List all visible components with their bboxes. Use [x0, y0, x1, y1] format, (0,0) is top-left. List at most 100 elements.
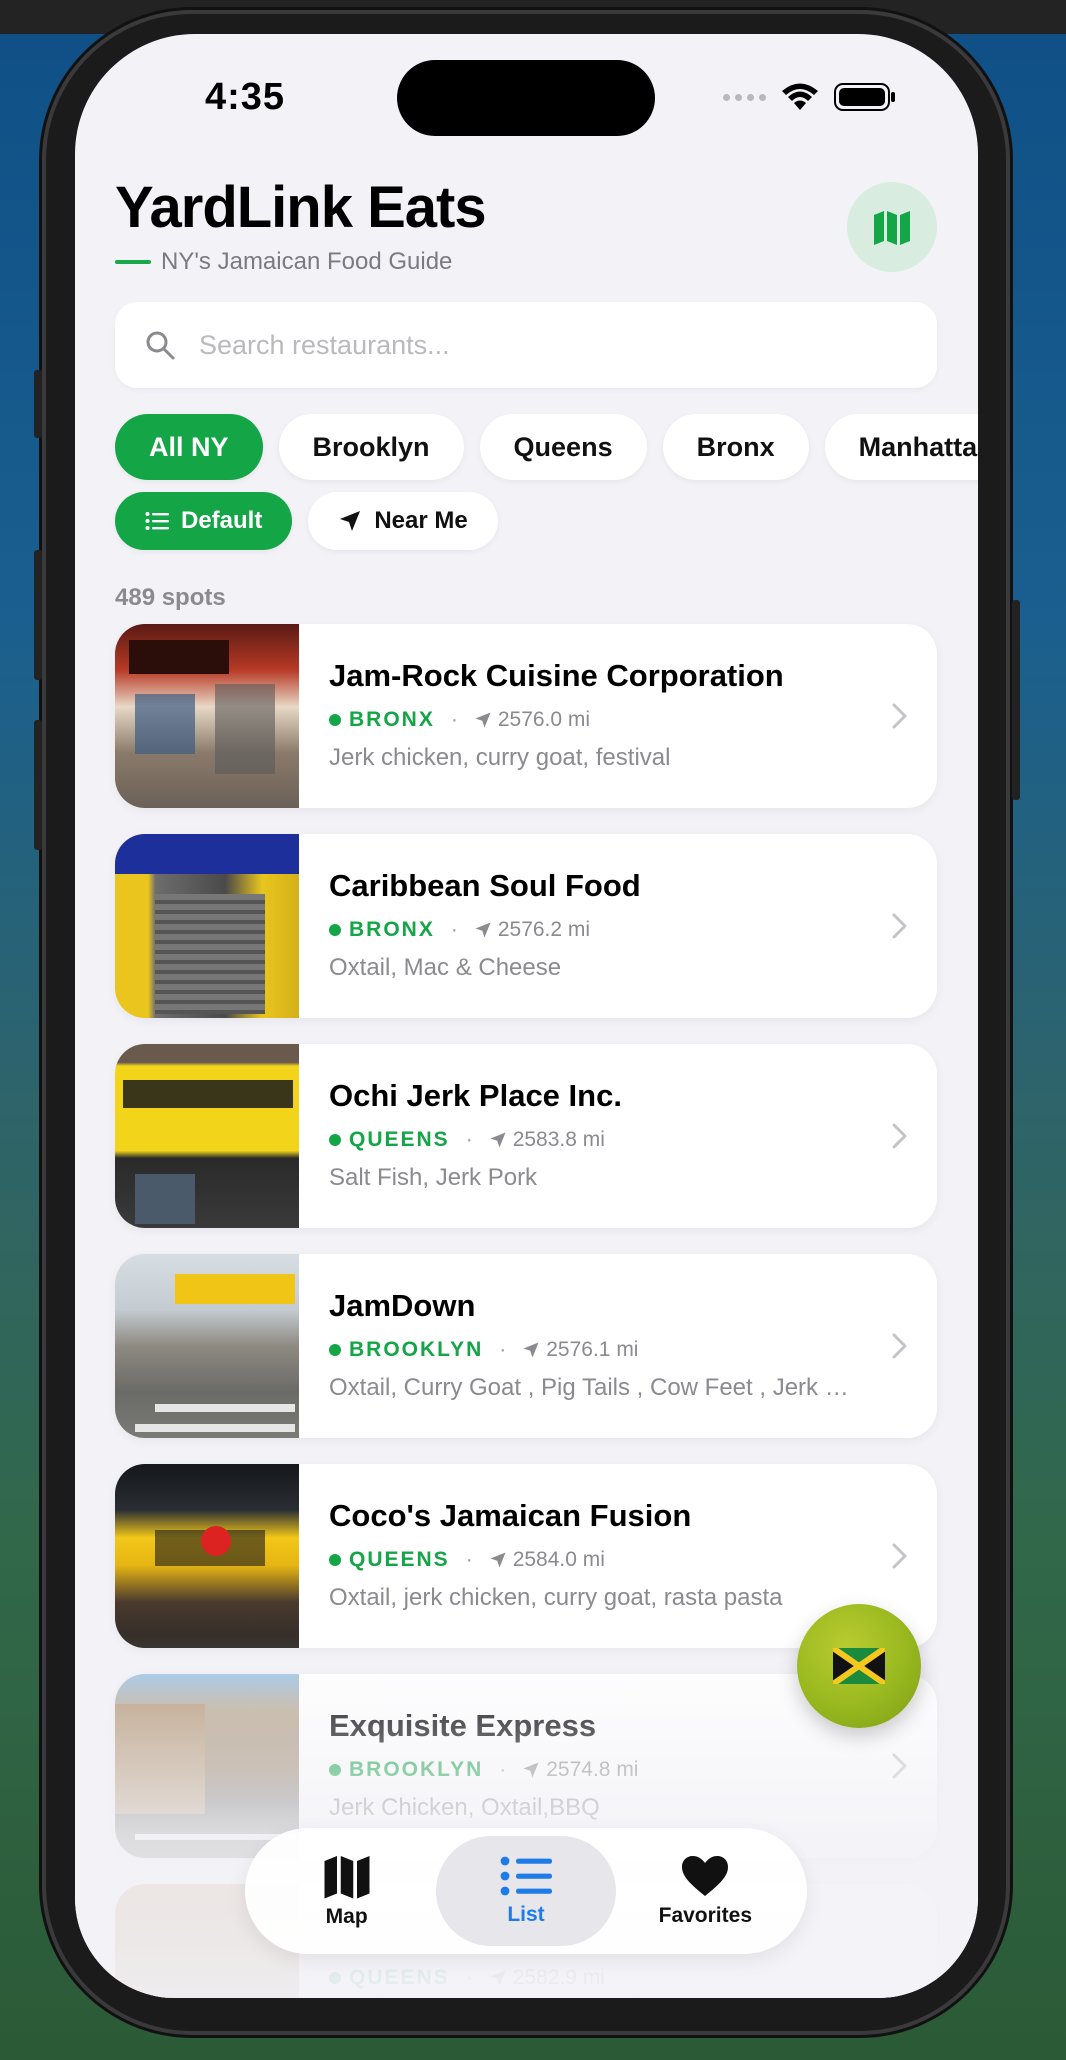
volume-down-button [34, 720, 42, 850]
chevron-right-icon [892, 1753, 907, 1779]
restaurant-card[interactable]: Caribbean Soul Food BRONX · 2576.2 mi Ox… [115, 834, 937, 1018]
location-arrow-icon [490, 1552, 506, 1568]
restaurant-card[interactable]: Ochi Jerk Place Inc. QUEENS · 2583.8 mi … [115, 1044, 937, 1228]
chip-brooklyn[interactable]: Brooklyn [278, 414, 464, 480]
restaurant-distance: 2582.9 mi [512, 1966, 605, 1989]
tab-map[interactable]: Map [257, 1836, 436, 1946]
status-icons [723, 82, 896, 112]
restaurant-photo [115, 1674, 299, 1858]
map-icon [874, 211, 910, 245]
location-arrow-icon [523, 1342, 539, 1358]
restaurant-name: Caribbean Soul Food [329, 868, 641, 903]
chip-all-ny[interactable]: All NY [115, 414, 263, 480]
card-body: JamDown BROOKLYN · 2576.1 mi Oxtail, Cur… [299, 1254, 937, 1438]
heart-icon [682, 1856, 729, 1896]
map-icon [324, 1856, 370, 1899]
borough-dot [329, 1344, 341, 1356]
restaurant-description: Oxtail, jerk chicken, curry goat, rasta … [329, 1584, 783, 1611]
card-body: Caribbean Soul Food BRONX · 2576.2 mi Ox… [299, 834, 937, 1018]
wifi-icon [782, 83, 818, 110]
restaurant-distance: 2576.2 mi [497, 918, 591, 941]
card-body: Ochi Jerk Place Inc. QUEENS · 2583.8 mi … [299, 1044, 937, 1228]
subtitle-row: NY's Jamaican Food Guide [115, 248, 452, 276]
restaurant-borough: QUEENS [349, 1128, 450, 1151]
restaurant-name: Coco's Jamaican Fusion [329, 1498, 692, 1533]
action-button [34, 370, 42, 438]
subtitle-accent-line [115, 260, 151, 264]
tab-list[interactable]: List [436, 1836, 616, 1946]
location-arrow-icon [340, 511, 361, 531]
sort-default-label: Default [181, 507, 263, 534]
restaurant-meta: BRONX · 2576.0 mi [329, 708, 937, 732]
results-count: 489 spots [115, 584, 226, 611]
volume-up-button [34, 550, 42, 680]
sort-near-me-label: Near Me [374, 507, 468, 534]
jamaica-flag-button[interactable] [797, 1604, 921, 1728]
restaurant-name: JamDown [329, 1288, 476, 1323]
chip-manhattan[interactable]: Manhattan [824, 414, 978, 480]
chevron-right-icon [892, 1333, 907, 1359]
location-arrow-icon [490, 1970, 506, 1986]
restaurant-distance: 2583.8 mi [512, 1128, 605, 1151]
restaurant-description: Oxtail, Curry Goat , Pig Tails , Cow Fee… [329, 1374, 849, 1401]
restaurant-photo [115, 1254, 299, 1438]
restaurant-meta: QUEENS · 2582.9 mi [329, 1966, 937, 1990]
borough-dot [329, 1134, 341, 1146]
search-input[interactable] [199, 329, 799, 361]
chevron-right-icon [892, 1123, 907, 1149]
restaurant-description: Oxtail, Mac & Cheese [329, 954, 562, 981]
restaurant-borough: BRONX [349, 708, 435, 731]
restaurant-meta: QUEENS · 2583.8 mi [329, 1128, 937, 1152]
meta-separator: · [450, 918, 458, 941]
borough-dot [329, 924, 341, 936]
cellular-icon [723, 93, 766, 101]
tab-list-label: List [507, 1903, 545, 1926]
restaurant-borough: QUEENS [349, 1966, 450, 1989]
map-view-button[interactable] [847, 182, 937, 272]
location-arrow-icon [490, 1132, 506, 1148]
restaurant-meta: QUEENS · 2584.0 mi [329, 1548, 937, 1572]
borough-dot [329, 1764, 341, 1776]
list-icon [500, 1856, 552, 1896]
meta-separator: · [499, 1338, 507, 1361]
restaurant-photo [115, 1044, 299, 1228]
sort-default-button[interactable]: Default [115, 492, 293, 550]
jamaica-flag-icon [833, 1648, 885, 1684]
restaurant-card[interactable]: Jam-Rock Cuisine Corporation BRONX · 257… [115, 624, 937, 808]
meta-separator: · [499, 1758, 507, 1781]
meta-separator: · [450, 708, 458, 731]
restaurant-description: Jerk Chicken, Oxtail,BBQ [329, 1794, 600, 1821]
restaurant-borough: QUEENS [349, 1548, 450, 1571]
chevron-right-icon [892, 1543, 907, 1569]
tab-map-label: Map [325, 1905, 368, 1928]
restaurant-meta: BROOKLYN · 2574.8 mi [329, 1758, 937, 1782]
list-icon [145, 512, 169, 530]
restaurant-photo [115, 1464, 299, 1648]
search-bar[interactable] [115, 302, 937, 388]
restaurant-distance: 2584.0 mi [512, 1548, 605, 1571]
app-screen: 4:35 YardLink Eats NY's Jamaican Food Gu… [75, 34, 978, 1998]
restaurant-name: Jam-Rock Cuisine Corporation [329, 658, 784, 693]
restaurant-card[interactable]: JamDown BROOKLYN · 2576.1 mi Oxtail, Cur… [115, 1254, 937, 1438]
power-button [1012, 600, 1020, 800]
chip-bronx[interactable]: Bronx [662, 414, 809, 480]
app-subtitle: NY's Jamaican Food Guide [161, 248, 453, 275]
card-body: Jam-Rock Cuisine Corporation BRONX · 257… [299, 624, 937, 808]
restaurant-meta: BROOKLYN · 2576.1 mi [329, 1338, 937, 1362]
restaurant-description: Jerk chicken, curry goat, festival [329, 744, 671, 771]
tab-bar: Map List Favorites [245, 1828, 807, 1954]
restaurant-borough: BROOKLYN [349, 1338, 484, 1361]
restaurant-card[interactable]: Coco's Jamaican Fusion QUEENS · 2584.0 m… [115, 1464, 937, 1648]
chip-queens[interactable]: Queens [479, 414, 647, 480]
borough-dot [329, 1972, 341, 1984]
search-icon [146, 331, 175, 360]
restaurant-photo [115, 624, 299, 808]
meta-separator: · [465, 1966, 473, 1989]
tab-favorites-label: Favorites [658, 1904, 752, 1927]
dynamic-island [397, 60, 655, 136]
tab-favorites[interactable]: Favorites [616, 1836, 795, 1946]
sort-near-me-button[interactable]: Near Me [308, 492, 498, 550]
restaurant-meta: BRONX · 2576.2 mi [329, 918, 937, 942]
borough-dot [329, 1554, 341, 1566]
location-arrow-icon [475, 712, 491, 728]
